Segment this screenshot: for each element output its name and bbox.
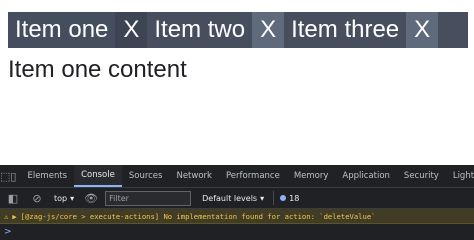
- warning-text: [@zag-js/core > execute-actions] No impl…: [20, 211, 376, 221]
- issues-counter[interactable]: 18: [280, 194, 299, 203]
- tab-close-button-item-three[interactable]: X: [406, 12, 439, 48]
- issues-count: 18: [289, 193, 300, 203]
- devtools-panel: ⬚ ▯ Elements Console Sources Network Per…: [0, 165, 474, 240]
- tab-close-button-item-two[interactable]: X: [252, 12, 285, 48]
- caret-down-icon: ▾: [70, 193, 75, 203]
- issue-icon: [280, 195, 287, 201]
- log-levels-dropdown[interactable]: Default levels ▾: [199, 194, 267, 203]
- console-toolbar: ◧ ⊘ top ▾ 👁 Filter Default levels ▾ 18: [0, 188, 474, 209]
- tab-item-three: Item three X: [284, 12, 439, 48]
- console-prompt[interactable]: >: [0, 224, 474, 240]
- devtools-tab-elements[interactable]: Elements: [20, 165, 74, 187]
- context-selector[interactable]: top ▾: [51, 194, 77, 203]
- tab-label-item-two[interactable]: Item two: [147, 12, 252, 48]
- console-filter-input[interactable]: Filter: [105, 190, 192, 206]
- tab-list: Item one X Item two X Item three X: [8, 12, 468, 48]
- tab-label-item-one[interactable]: Item one: [8, 12, 116, 48]
- sidebar-toggle-icon[interactable]: ◧: [3, 192, 23, 205]
- tab-close-button-item-one[interactable]: X: [115, 12, 148, 48]
- divider: [273, 191, 275, 205]
- tab-label-item-three[interactable]: Item three: [284, 12, 406, 48]
- devtools-tab-security[interactable]: Security: [397, 165, 446, 187]
- warning-icon: ⚠: [4, 211, 9, 221]
- eye-icon[interactable]: 👁: [81, 192, 101, 205]
- caret-down-icon: ▾: [260, 193, 265, 203]
- log-levels-label: Default levels: [202, 193, 258, 203]
- device-toolbar-icon[interactable]: ▯: [10, 170, 16, 183]
- devtools-tab-application[interactable]: Application: [335, 165, 397, 187]
- console-warning-message[interactable]: ⚠ ▶ [@zag-js/core > execute-actions] No …: [0, 209, 474, 224]
- devtools-tab-sources[interactable]: Sources: [122, 165, 170, 187]
- tab-item-two: Item two X: [147, 12, 285, 48]
- tab-item-one: Item one X: [8, 12, 148, 48]
- devtools-tab-memory[interactable]: Memory: [287, 165, 336, 187]
- devtools-tab-console[interactable]: Console: [74, 165, 122, 187]
- devtools-tab-lighthouse[interactable]: Lighth: [446, 165, 474, 187]
- context-selector-label: top: [54, 193, 68, 203]
- devtools-tab-bar: ⬚ ▯ Elements Console Sources Network Per…: [0, 165, 474, 188]
- expand-triangle-icon[interactable]: ▶: [12, 212, 16, 221]
- inspect-element-icon[interactable]: ⬚: [0, 170, 10, 183]
- devtools-tab-network[interactable]: Network: [169, 165, 219, 187]
- tab-panel-content: Item one content: [8, 56, 187, 83]
- prompt-chevron-icon: >: [4, 227, 12, 237]
- clear-console-icon[interactable]: ⊘: [27, 192, 47, 205]
- devtools-tab-performance[interactable]: Performance: [219, 165, 287, 187]
